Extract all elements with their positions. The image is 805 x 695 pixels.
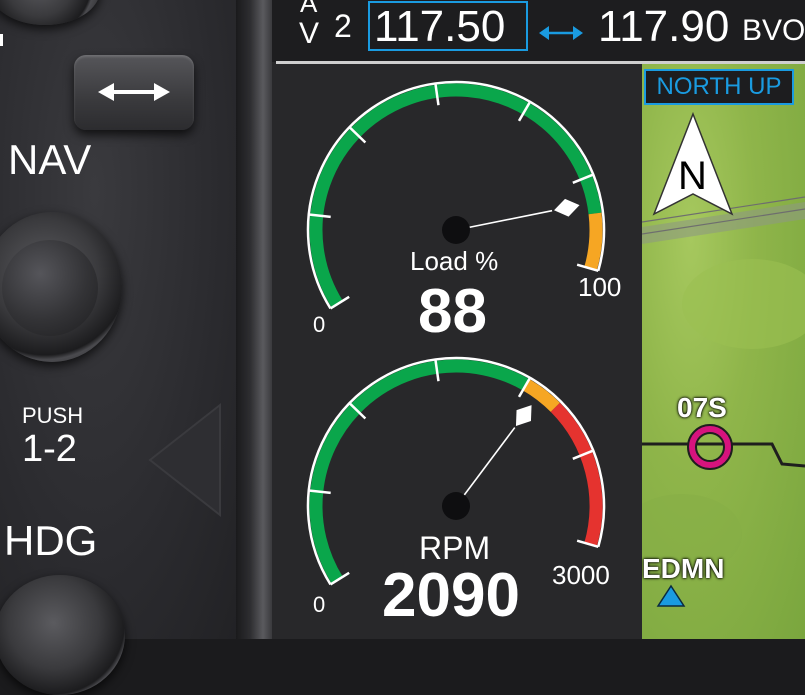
gauge-rpm-band-red xyxy=(550,402,603,547)
gauge-load-band-amber xyxy=(584,212,603,271)
load-max-label: 100 xyxy=(578,272,622,302)
double-arrow-icon xyxy=(98,83,170,101)
gauge-load-hub xyxy=(442,216,470,244)
airport-label-07s: 07S xyxy=(677,392,727,423)
bezel-edge xyxy=(236,0,272,639)
map-orientation-button[interactable]: NORTH UP xyxy=(644,69,794,105)
gauge-load-needle-pointer xyxy=(554,198,580,217)
gauge-rpm-hub xyxy=(442,492,470,520)
gauge-load-needle xyxy=(455,209,553,231)
radio-bottom-letter: V xyxy=(299,17,320,50)
waypoint-label-edmn: EDMN xyxy=(642,553,725,584)
push-label: PUSH xyxy=(22,403,84,428)
load-gauge-label: Load % xyxy=(410,246,499,276)
push-value: 1-2 xyxy=(22,428,77,470)
swap-arrow-icon xyxy=(539,26,583,40)
waypoint-triangle-icon[interactable] xyxy=(656,584,686,608)
small-mark xyxy=(0,34,3,46)
bezel-triangle-icon xyxy=(148,402,221,518)
frequency-swap-button[interactable] xyxy=(74,55,194,130)
load-min-label: 0 xyxy=(313,312,326,337)
hdg-label: HDG xyxy=(4,517,98,564)
load-gauge-value: 88 xyxy=(418,277,487,346)
radio-channel: 2 xyxy=(334,8,352,44)
rpm-gauge-value: 2090 xyxy=(382,561,520,630)
gauge-rpm-band-amber xyxy=(522,379,560,413)
gauge-rpm-needle xyxy=(455,427,516,507)
standby-frequency: 117.90 xyxy=(598,2,730,51)
north-label: N xyxy=(678,154,707,198)
active-frequency: 117.50 xyxy=(374,2,506,51)
hdg-knob[interactable] xyxy=(0,575,125,695)
gauge-rpm-needle-pointer xyxy=(515,405,532,426)
nav-knob-inner[interactable] xyxy=(2,240,98,336)
station-id: BVO xyxy=(742,14,805,47)
rpm-max-label: 3000 xyxy=(552,560,610,590)
rpm-min-label: 0 xyxy=(313,592,326,617)
airport-circle-icon[interactable] xyxy=(685,422,735,472)
nav-label: NAV xyxy=(8,136,92,183)
